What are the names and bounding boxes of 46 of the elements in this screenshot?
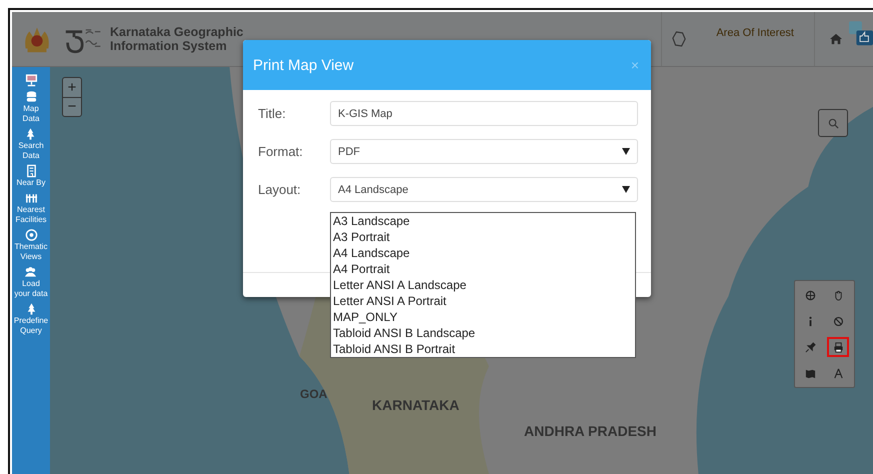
app-title: Karnataka Geographic Information System xyxy=(110,25,244,53)
printer-icon xyxy=(832,342,844,352)
sidebar-label[interactable]: Nearest Facilities xyxy=(15,205,47,225)
home-icon[interactable] xyxy=(829,33,843,45)
select-field[interactable]: A4 Landscape xyxy=(330,177,638,202)
map-label: KARNATAKA xyxy=(372,397,460,413)
caret-icon xyxy=(622,148,630,155)
search-button[interactable] xyxy=(818,109,848,137)
sidebar-label[interactable]: Search Data xyxy=(18,141,44,161)
users-icon[interactable] xyxy=(24,265,38,279)
field-label: Title: xyxy=(258,106,287,121)
field-label: Layout: xyxy=(258,182,302,197)
dropdown-option[interactable]: A4 Portrait xyxy=(331,261,635,277)
field-label: Format: xyxy=(258,144,304,159)
polygon-icon[interactable] xyxy=(672,30,686,48)
dropdown-option[interactable]: Letter ANSI A Portrait xyxy=(331,293,635,309)
monitor-icon[interactable] xyxy=(24,73,38,87)
sidebar-label[interactable]: Load your data xyxy=(14,279,48,299)
caret-icon xyxy=(622,186,630,193)
sidebar-label[interactable]: Near By xyxy=(16,178,46,188)
ban-icon xyxy=(832,316,844,326)
map-label: ANDHRA PRADESH xyxy=(524,423,656,439)
dropdown-option[interactable]: Tabloid ANSI B Portrait xyxy=(331,341,635,357)
database-icon[interactable] xyxy=(24,90,38,104)
zoom-out-button[interactable]: − xyxy=(62,97,82,117)
select-field[interactable]: PDF xyxy=(330,139,638,164)
dialog-title: Print Map View xyxy=(253,56,355,74)
search-icon xyxy=(828,118,838,128)
sidebar-label[interactable]: Thematic Views xyxy=(14,242,48,262)
map-label: GOA xyxy=(300,387,328,401)
text-field[interactable]: K-GIS Map xyxy=(330,101,638,126)
dropdown-option[interactable]: MAP_ONLY xyxy=(331,309,635,325)
dropdown-option[interactable]: A4 Landscape xyxy=(331,245,635,261)
sidebar-label[interactable]: Predefine Query xyxy=(14,316,48,336)
print-button[interactable] xyxy=(827,337,850,357)
globe-icon xyxy=(805,290,816,300)
dropdown-option[interactable]: A3 Landscape xyxy=(331,213,635,229)
map-icon xyxy=(805,368,816,378)
dropdown-option[interactable]: Letter ANSI A Landscape xyxy=(331,277,635,293)
globe-icon[interactable] xyxy=(24,228,38,242)
dropdown-option[interactable]: A3 Portrait xyxy=(331,229,635,245)
building-icon[interactable] xyxy=(24,164,38,178)
dropdown-option[interactable]: Tabloid ANSI B Landscape xyxy=(331,325,635,341)
zoom-in-button[interactable]: + xyxy=(62,77,82,97)
sidebar-label[interactable]: Map Data xyxy=(22,104,40,124)
hand-icon xyxy=(832,290,844,300)
